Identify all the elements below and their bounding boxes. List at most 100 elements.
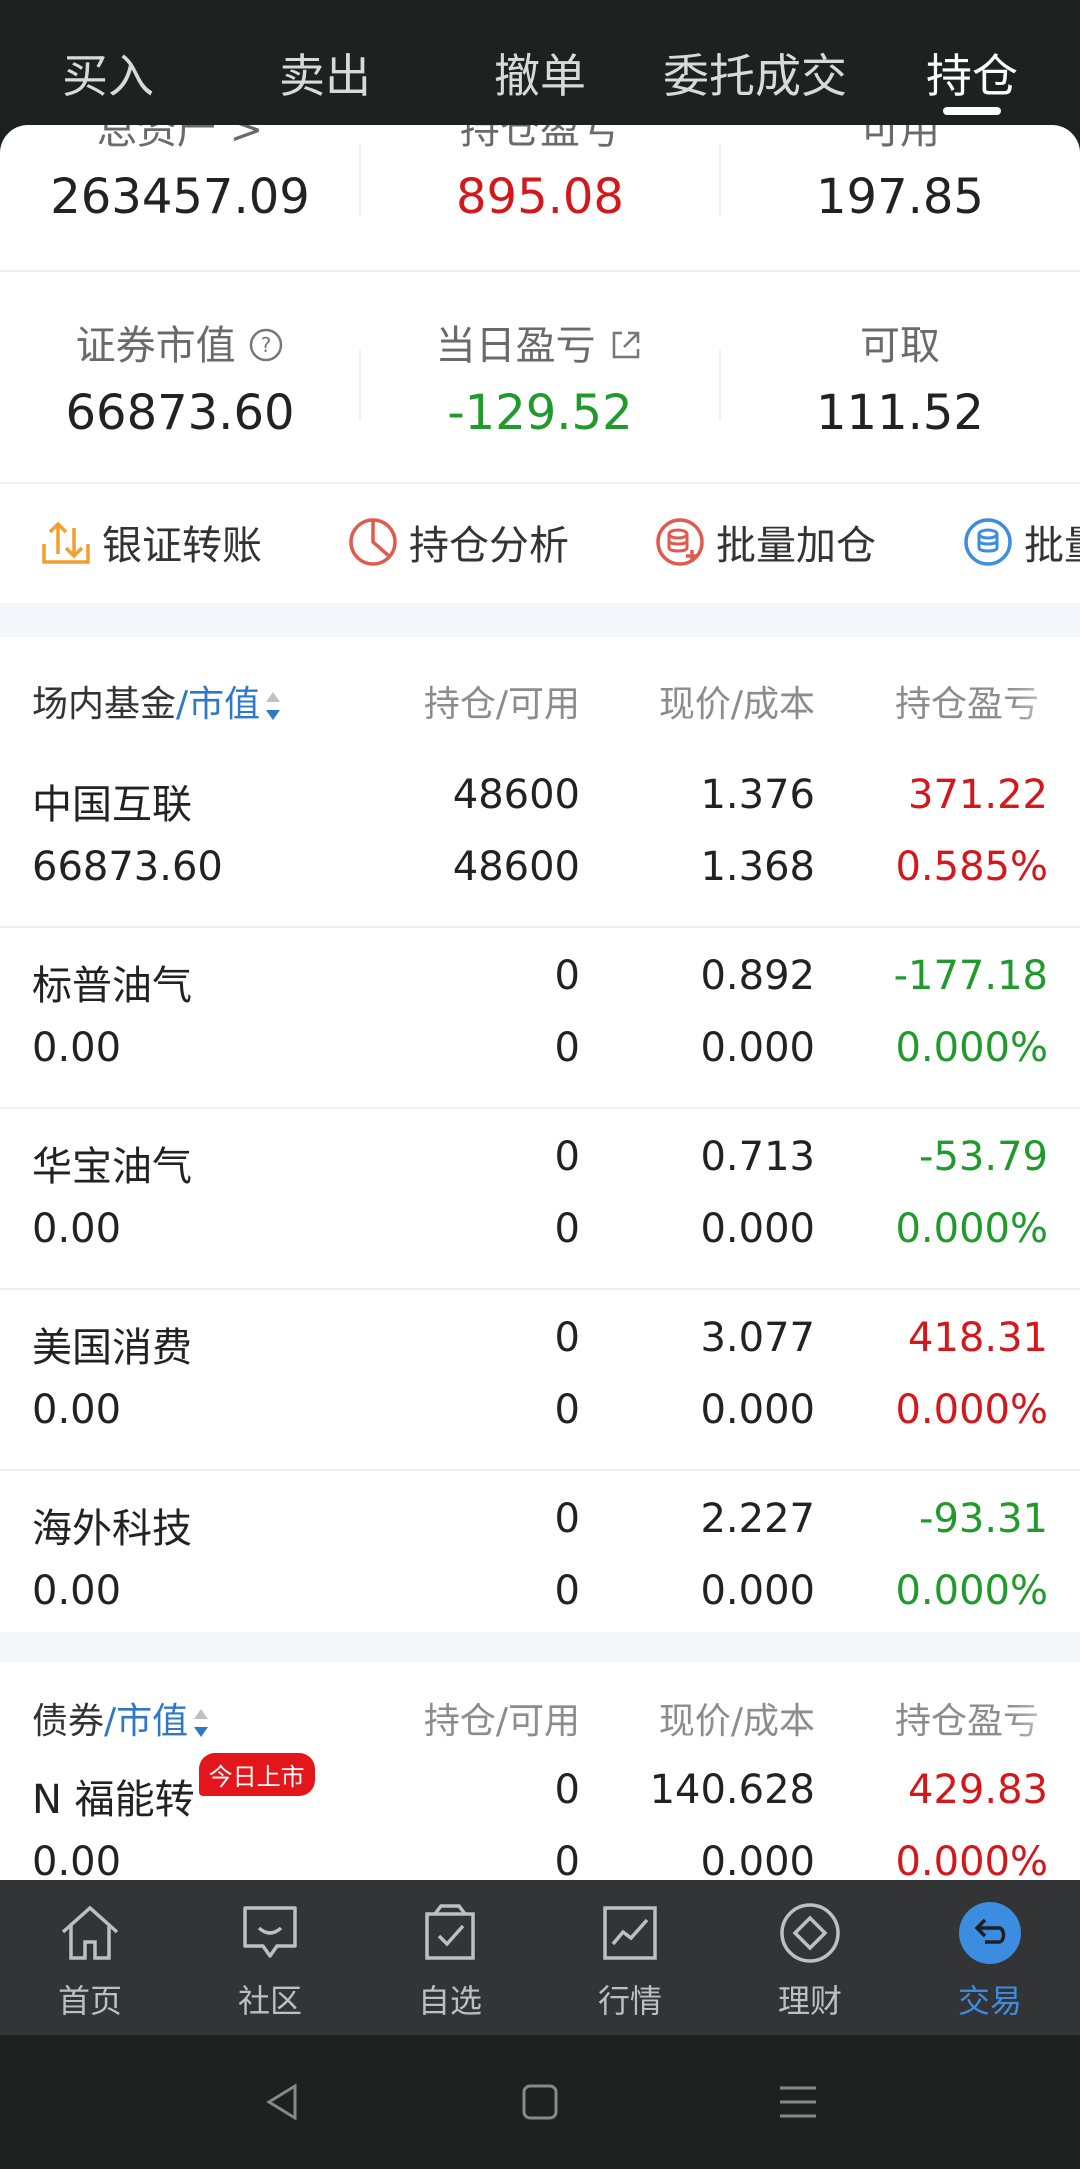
- sort-by-market-value[interactable]: 市值: [116, 1701, 188, 1742]
- position-pl-amount: -53.79: [919, 1134, 1048, 1180]
- active-tab-indicator: [943, 107, 1001, 115]
- divider: [359, 145, 361, 215]
- column-price-cost[interactable]: 现价/成本: [659, 675, 815, 727]
- header-fade: [1010, 657, 1080, 747]
- position-pl-percent: 0.000%: [895, 1387, 1048, 1433]
- batch-button[interactable]: 批量: [960, 513, 1080, 571]
- fund-section-title: 场内基金: [32, 684, 177, 725]
- table-row[interactable]: 中国互联 66873.60 48600 48600 1.376 1.368 37…: [0, 747, 1080, 928]
- sort-by-market-value[interactable]: 市值: [188, 684, 260, 725]
- available-qty: 0: [554, 1839, 580, 1880]
- tab-cancel-order[interactable]: 撤单: [494, 40, 586, 106]
- security-market-value: 66873.60: [32, 844, 223, 890]
- nav-trade[interactable]: 交易: [920, 1898, 1060, 2022]
- available-qty: 48600: [452, 844, 580, 890]
- position-pl-percent: 0.000%: [895, 1568, 1048, 1614]
- tab-orders-trades[interactable]: 委托成交: [663, 40, 847, 106]
- total-assets-value: 263457.09: [50, 169, 310, 225]
- total-assets[interactable]: 总资产 > 263457.09: [0, 125, 360, 225]
- withdrawable: 可取 111.52: [720, 313, 1080, 441]
- nav-trade-label: 交易: [957, 1982, 1022, 2020]
- batch-add-icon: [656, 518, 704, 566]
- available-qty: 0: [554, 1206, 580, 1252]
- tab-positions[interactable]: 持仓: [926, 40, 1018, 106]
- security-name: 中国互联: [32, 782, 192, 828]
- position-pl-amount: -177.18: [893, 953, 1048, 999]
- section-separator: [0, 1632, 1080, 1662]
- security-name: 华宝油气: [32, 1144, 192, 1190]
- table-row[interactable]: 华宝油气 0.00 0 0 0.713 0.000 -53.79 0.000%: [0, 1109, 1080, 1290]
- sort-icon[interactable]: [192, 1705, 210, 1741]
- sort-icon[interactable]: [264, 688, 282, 724]
- back-icon[interactable]: [261, 2080, 305, 2124]
- security-name: 美国消费: [32, 1325, 192, 1371]
- divider: [719, 350, 721, 420]
- bank-transfer-button[interactable]: 银证转账: [38, 513, 262, 571]
- nav-wealth[interactable]: 理财: [740, 1898, 880, 2022]
- current-price: 0.713: [700, 1134, 815, 1180]
- position-pl-value: 895.08: [456, 169, 624, 225]
- bank-transfer-label: 银证转账: [102, 523, 262, 569]
- bond-section-title: 债券: [32, 1701, 105, 1742]
- security-market-value: 0.00: [32, 1839, 122, 1880]
- batch-add-button[interactable]: 批量加仓: [652, 513, 876, 571]
- help-icon[interactable]: ?: [248, 327, 284, 363]
- bond-table-header: 债券/市值 持仓/可用 现价/成本 持仓盈亏: [0, 1662, 1080, 1772]
- available-label: 可用: [860, 125, 940, 153]
- holding-qty: 0: [554, 1134, 580, 1180]
- position-pl: 持仓盈亏 895.08: [360, 125, 720, 225]
- available-value: 197.85: [816, 169, 984, 225]
- cost-price: 0.000: [700, 1568, 815, 1614]
- wealth-icon: [780, 1903, 840, 1963]
- svg-text:?: ?: [261, 333, 272, 357]
- holding-qty: 0: [554, 1767, 580, 1813]
- market-icon: [603, 1906, 657, 1960]
- security-name: N 福能转: [32, 1777, 195, 1823]
- nav-home[interactable]: 首页: [20, 1898, 160, 2022]
- nav-community[interactable]: 社区: [200, 1898, 340, 2022]
- holding-qty: 0: [554, 1315, 580, 1361]
- table-row[interactable]: N 福能转 今日上市 0.00 0 0 140.628 0.000 429.83 …: [0, 1753, 1080, 1880]
- current-price: 1.376: [700, 772, 815, 818]
- position-pl-percent: 0.585%: [895, 844, 1048, 890]
- position-analysis-button[interactable]: 持仓分析: [345, 513, 569, 571]
- daily-pl[interactable]: 当日盈亏 -129.52: [360, 313, 720, 441]
- available-qty: 0: [554, 1025, 580, 1071]
- daily-pl-label-wrap: 当日盈亏: [360, 313, 720, 371]
- table-row[interactable]: 美国消费 0.00 0 0 3.077 0.000 418.31 0.000%: [0, 1290, 1080, 1471]
- market-value-label: 证券市值: [75, 323, 236, 369]
- position-pl-percent: 0.000%: [895, 1839, 1048, 1880]
- divider: [0, 482, 1080, 484]
- system-navigation-bar: [0, 2035, 1080, 2169]
- menu-icon[interactable]: [776, 2080, 820, 2124]
- tab-sell[interactable]: 卖出: [279, 40, 371, 106]
- bottom-navigation: 首页 社区 自选 行情 理财 交易: [0, 1880, 1080, 2035]
- trade-icon: [959, 1902, 1021, 1964]
- market-value: 证券市值 ? 66873.60: [0, 313, 360, 441]
- nav-market[interactable]: 行情: [560, 1898, 700, 2022]
- available-qty: 0: [554, 1387, 580, 1433]
- table-row[interactable]: 标普油气 0.00 0 0 0.892 0.000 -177.18 0.000%: [0, 928, 1080, 1109]
- nav-wealth-label: 理财: [777, 1982, 842, 2020]
- security-market-value: 0.00: [32, 1025, 122, 1071]
- column-holding-available[interactable]: 持仓/可用: [424, 1692, 580, 1744]
- pie-chart-icon: [349, 518, 397, 566]
- security-name-wrap: N 福能转 今日上市: [32, 1753, 315, 1825]
- home-square-icon[interactable]: [518, 2080, 562, 2124]
- holding-qty: 48600: [452, 772, 580, 818]
- table-row[interactable]: 海外科技 0.00 0 0 2.227 0.000 -93.31 0.000%: [0, 1471, 1080, 1652]
- column-price-cost[interactable]: 现价/成本: [659, 1692, 815, 1744]
- trade-tab-bar: 买入 卖出 撤单 委托成交 持仓: [0, 0, 1080, 125]
- column-holding-available[interactable]: 持仓/可用: [424, 675, 580, 727]
- header-fade: [1010, 1674, 1080, 1764]
- fund-column-name: 场内基金/市值: [32, 675, 282, 727]
- nav-home-label: 首页: [57, 1982, 122, 2020]
- transfer-icon: [42, 521, 90, 564]
- external-link-icon[interactable]: [608, 327, 644, 363]
- position-pl-amount: -93.31: [919, 1496, 1048, 1542]
- holding-qty: 0: [554, 953, 580, 999]
- batch-label: 批量: [1024, 523, 1080, 569]
- batch-icon: [964, 518, 1012, 566]
- tab-buy[interactable]: 买入: [62, 40, 154, 106]
- nav-watchlist[interactable]: 自选: [380, 1898, 520, 2022]
